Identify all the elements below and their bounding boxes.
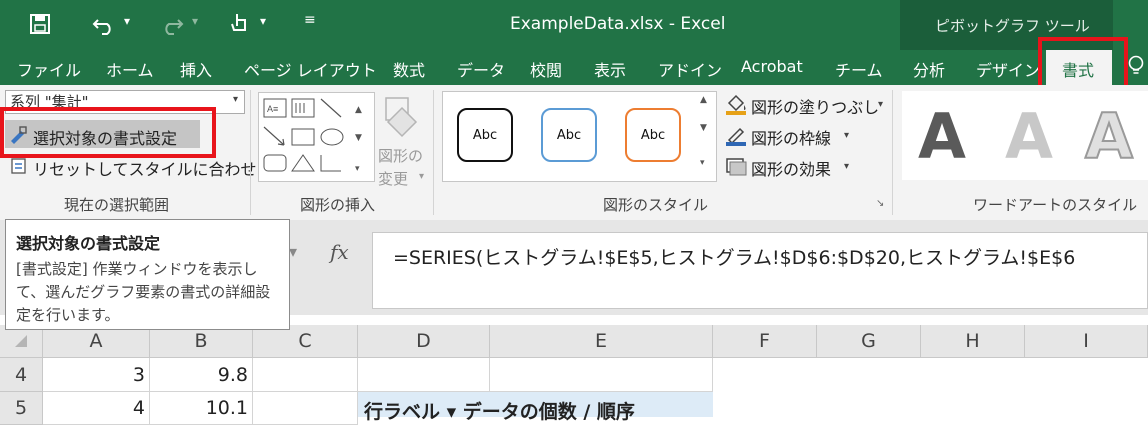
insert-function-icon[interactable]: fx — [330, 240, 349, 264]
tab-formulas[interactable]: 数式 — [393, 57, 425, 81]
shape-outline-button[interactable]: 図形の枠線 — [751, 125, 831, 149]
redo-dropdown-icon[interactable]: ▾ — [192, 14, 198, 28]
shape-styles-group-label: 図形のスタイル — [603, 196, 709, 214]
shape-fill-button[interactable]: 図形の塗りつぶし — [751, 94, 879, 118]
tell-me-lightbulb-icon[interactable] — [1126, 54, 1146, 80]
group-separator — [892, 90, 893, 215]
shape-outline-dropdown-icon[interactable]: ▾ — [844, 130, 849, 141]
pivot-header-text: 行ラベル ▾ データの個数 / 順序 — [364, 401, 635, 423]
tab-home[interactable]: ホーム — [106, 57, 154, 81]
tab-insert[interactable]: 挿入 — [180, 57, 212, 81]
gallery-scroll-down-icon[interactable]: ▼ — [700, 123, 707, 133]
wordart-style-light[interactable]: A — [1005, 100, 1053, 173]
wordart-style-dark[interactable]: A — [918, 100, 966, 173]
row-header-5[interactable]: 5 — [0, 392, 43, 425]
pivot-header-row[interactable]: 行ラベル ▾ データの個数 / 順序 — [358, 392, 713, 423]
undo-icon[interactable] — [92, 12, 118, 36]
cell-b4[interactable]: 9.8 — [150, 358, 253, 392]
change-shape-label-1[interactable]: 図形の — [378, 145, 423, 166]
column-header-f[interactable]: F — [713, 325, 817, 358]
select-all-triangle-icon — [15, 335, 27, 347]
tab-page-layout[interactable]: ページ レイアウト — [244, 57, 377, 81]
column-header-g[interactable]: G — [817, 325, 921, 358]
tab-team[interactable]: チーム — [835, 57, 883, 81]
column-header-i[interactable]: I — [1025, 325, 1148, 358]
wordart-style-outline[interactable]: A — [1084, 99, 1134, 174]
customize-qat-icon[interactable]: ≡ — [304, 12, 316, 28]
tab-review[interactable]: 校閲 — [530, 57, 562, 81]
shape-style-orange[interactable]: Abc — [625, 108, 681, 162]
group-separator — [250, 90, 251, 215]
shape-fill-dropdown-icon[interactable]: ▾ — [878, 99, 883, 110]
formula-text: =SERIES(ヒストグラム!$E$5,ヒストグラム!$D$6:$D$20,ヒス… — [393, 247, 1076, 269]
column-header-e[interactable]: E — [490, 325, 713, 358]
formula-input[interactable]: =SERIES(ヒストグラム!$E$5,ヒストグラム!$D$6:$D$20,ヒス… — [372, 232, 1148, 309]
cell-a4[interactable]: 3 — [43, 358, 150, 392]
tab-addins[interactable]: アドイン — [658, 57, 722, 81]
svg-text:A≡: A≡ — [267, 104, 278, 114]
shape-effects-dropdown-icon[interactable]: ▾ — [844, 161, 849, 172]
undo-dropdown-icon[interactable]: ▾ — [124, 14, 130, 28]
cell-c5[interactable] — [253, 392, 358, 425]
tooltip-title: 選択対象の書式設定 — [16, 234, 161, 253]
pivotchart-tools-label: ピボットグラフ ツール — [935, 17, 1090, 35]
tab-view[interactable]: 表示 — [594, 57, 626, 81]
change-shape-icon — [385, 97, 418, 138]
svg-text:▲: ▲ — [355, 105, 362, 115]
gallery-more-icon[interactable]: ▾ — [700, 158, 705, 168]
cell-e4[interactable] — [490, 358, 713, 392]
tooltip-body: [書式設定] 作業ウィンドウを表示して、選んだグラフ要素の書式の詳細設定を行いま… — [16, 260, 271, 324]
shape-styles-launcher-icon[interactable]: ↘ — [876, 198, 884, 209]
shapes-gallery-icons: A≡ ▲ ▼ ▾ — [263, 98, 362, 174]
shape-fill-icon — [726, 94, 746, 115]
cell-a5[interactable]: 4 — [43, 392, 150, 425]
format-selection-highlight — [0, 107, 216, 158]
tab-acrobat[interactable]: Acrobat — [741, 57, 803, 76]
touch-mode-icon[interactable] — [228, 10, 252, 38]
shape-outline-icon — [726, 127, 746, 146]
cell-c4[interactable] — [253, 358, 358, 392]
combo-dropdown-icon[interactable]: ▾ — [233, 94, 238, 105]
cell-d4[interactable] — [358, 358, 490, 392]
current-selection-group-label: 現在の選択範囲 — [64, 196, 170, 214]
tab-design[interactable]: デザイン — [976, 57, 1040, 81]
reset-to-match-style-button[interactable]: リセットしてスタイルに合わせる — [33, 156, 273, 180]
tab-file[interactable]: ファイル — [17, 57, 81, 81]
format-selection-tooltip: 選択対象の書式設定 [書式設定] 作業ウィンドウを表示して、選んだグラフ要素の書… — [5, 219, 290, 330]
column-header-d[interactable]: D — [358, 325, 490, 358]
shapes-gallery[interactable]: A≡ ▲ ▼ ▾ — [258, 92, 375, 182]
save-icon[interactable] — [28, 12, 52, 36]
touch-dropdown-icon[interactable]: ▾ — [260, 14, 266, 28]
shape-effects-icon — [726, 158, 747, 176]
shape-style-black[interactable]: Abc — [457, 108, 513, 162]
shape-style-blue[interactable]: Abc — [541, 108, 597, 162]
shape-effects-button[interactable]: 図形の効果 — [751, 156, 831, 180]
reset-style-icon — [11, 158, 26, 174]
change-shape-dropdown-icon[interactable]: ▾ — [419, 171, 424, 182]
gallery-scroll-up-icon[interactable]: ▲ — [700, 95, 707, 105]
insert-shapes-group-label: 図形の挿入 — [300, 196, 376, 214]
wordart-styles-group-label: ワードアートのスタイル — [973, 196, 1138, 214]
row-header-4[interactable]: 4 — [0, 358, 43, 392]
window-title: ExampleData.xlsx - Excel — [510, 14, 726, 34]
formula-bar-divider: ▾ — [289, 242, 298, 261]
cell-b5[interactable]: 10.1 — [150, 392, 253, 425]
redo-icon[interactable] — [158, 12, 184, 36]
svg-text:▼: ▼ — [355, 133, 362, 143]
change-shape-label-2[interactable]: 変更 — [378, 168, 408, 189]
column-header-h[interactable]: H — [921, 325, 1025, 358]
group-separator — [433, 90, 434, 215]
tab-data[interactable]: データ — [457, 57, 505, 81]
tab-analyze[interactable]: 分析 — [913, 57, 945, 81]
svg-text:▾: ▾ — [355, 164, 360, 174]
